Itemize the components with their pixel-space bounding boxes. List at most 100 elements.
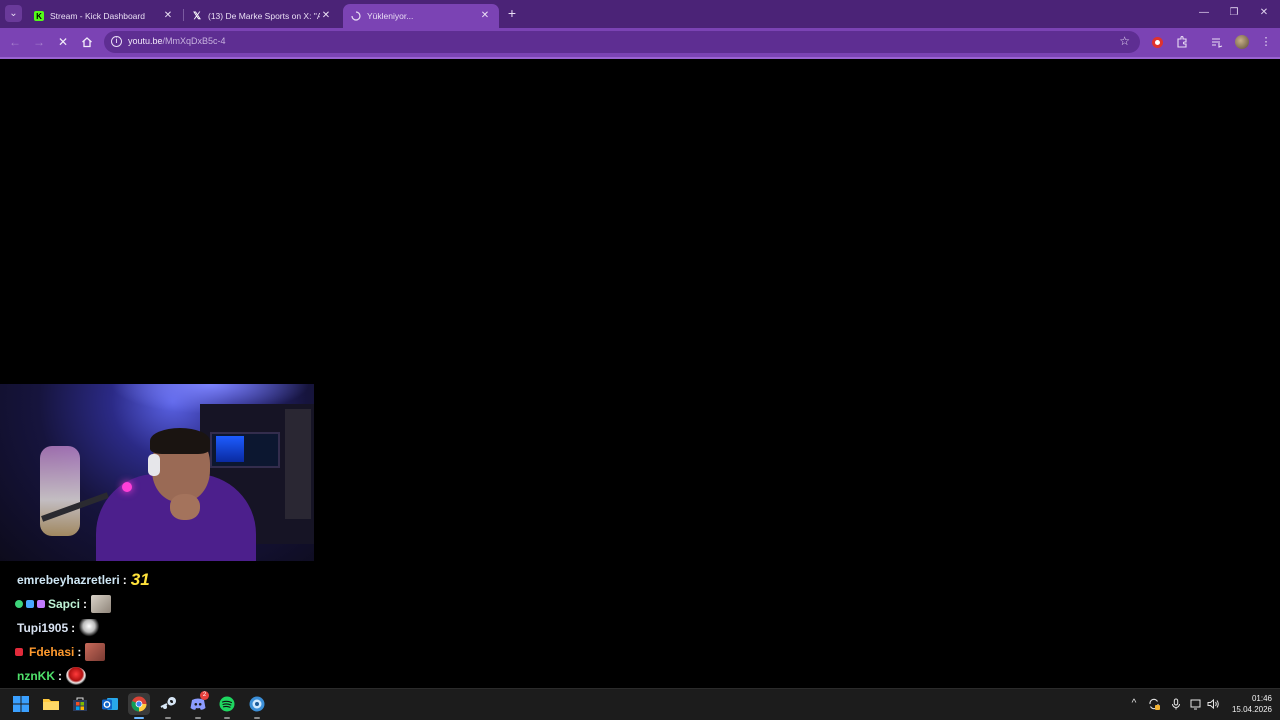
address-bar[interactable]: i youtu.be/MmXqDxB5c-4 ☆ [104,31,1140,53]
chat-message: Sapci : [15,593,112,615]
chat-username: Sapci [48,597,81,611]
tab-kick-dashboard[interactable]: K Stream - Kick Dashboard ✕ [26,4,182,28]
clock-date: 15.04.2026 [1231,705,1272,714]
chat-message: Fdehasi : [15,641,106,663]
loading-spinner-icon [351,11,361,21]
site-info-icon[interactable]: i [111,36,122,47]
verified-badge-icon [15,600,23,608]
show-hidden-icons-button[interactable]: ^ [1127,697,1141,711]
sync-icon [1149,698,1160,710]
chat-message: Tupi1905 : [17,617,100,639]
sub-badge-icon [37,600,45,608]
microphone-tray-icon[interactable] [1169,697,1183,711]
tab-title: Yükleniyor... [367,11,414,21]
emote-icon [85,643,106,661]
chat-colon: : [58,669,62,683]
network-icon [1190,699,1201,710]
spotify-icon [219,696,235,712]
forward-button[interactable]: → [31,34,47,50]
extensions-button[interactable] [1174,34,1190,50]
home-icon [82,37,92,48]
close-window-button[interactable]: ✕ [1255,5,1273,21]
chat-username: nznKK [17,669,55,683]
close-icon: ✕ [57,35,69,49]
more-vertical-icon: ⋮ [1260,36,1272,48]
chevron-up-icon: ^ [1131,698,1137,709]
tab-de-marke-sports[interactable]: 𝕏 (13) De Marke Sports on X: "Ar ✕ [184,4,340,28]
speaker-icon [1207,698,1219,710]
page-viewport [0,59,1280,688]
file-explorer-icon [43,699,59,710]
emote-icon [91,595,112,613]
url-domain: youtu.be [128,36,163,46]
network-tray-icon[interactable] [1189,697,1203,711]
profile-avatar[interactable] [1235,35,1249,49]
extension-red-icon[interactable] [1152,37,1163,48]
close-icon[interactable]: ✕ [479,10,491,22]
chat-username: Tupi1905 [17,621,69,635]
microphone-icon [1172,698,1180,710]
gift-badge-icon [26,600,34,608]
streamer-hand [170,494,200,520]
restore-icon: ❐ [1229,7,1239,18]
webcam-overlay [0,384,314,561]
outlook-icon [102,698,118,710]
file-explorer-button[interactable] [40,693,62,715]
close-icon: ✕ [1259,7,1269,18]
figurine [40,446,80,536]
emote-icon [79,619,100,637]
chrome-icon [131,696,147,712]
chevron-down-icon: ⌄ [9,8,18,19]
microsoft-store-button[interactable] [69,693,91,715]
bookmark-star-icon[interactable]: ☆ [1119,34,1130,48]
chat-message: nznKK : [17,665,86,687]
close-icon[interactable]: ✕ [162,10,174,22]
restore-button[interactable]: ❐ [1225,5,1243,21]
media-control-button[interactable] [1209,34,1225,50]
background-screen [216,436,244,462]
tab-title: (13) De Marke Sports on X: "Ar [208,11,320,21]
system-clock[interactable]: 01:46 15.04.2026 [1222,693,1272,715]
url-path: /MmXqDxB5c-4 [162,36,226,46]
microsoft-store-icon [73,697,87,711]
url-text[interactable]: youtu.be/MmXqDxB5c-4 [128,36,226,46]
playlist-icon [1212,38,1223,48]
home-button[interactable] [79,34,95,50]
chat-username: emrebeyhazretleri [17,573,120,587]
tab-loading[interactable]: Yükleniyor... ✕ [343,4,499,28]
kick-logo-icon: K [34,11,44,21]
steam-icon [160,697,176,709]
spotify-button[interactable] [216,693,238,719]
sync-tray-icon[interactable] [1147,697,1161,711]
custom-app-button[interactable] [246,693,268,719]
start-button[interactable] [10,693,32,715]
close-icon[interactable]: ✕ [320,10,332,22]
arrow-left-icon: ← [9,35,21,49]
menu-button[interactable]: ⋮ [1258,34,1274,50]
stop-loading-button[interactable]: ✕ [55,34,71,50]
steam-button[interactable] [157,693,179,719]
back-button[interactable]: ← [7,34,23,50]
chat-message-text: 31 [130,570,150,589]
minimize-icon: — [1199,7,1209,18]
pink-light [122,482,132,492]
custom-app-icon [249,696,265,712]
discord-button[interactable]: 2 [187,691,209,719]
sub-badge-icon [15,648,23,656]
tab-title: Stream - Kick Dashboard [50,11,145,21]
emote-icon [66,667,86,685]
arrow-right-icon: → [33,35,45,49]
chrome-button[interactable] [128,693,150,719]
minimize-button[interactable]: — [1195,5,1213,21]
volume-tray-icon[interactable] [1206,697,1220,711]
plus-icon: + [507,5,517,21]
tab-search-button[interactable]: ⌄ [5,5,22,22]
start-icon [13,696,29,712]
outlook-button[interactable] [99,693,121,715]
chat-username: Fdehasi [29,645,75,659]
puzzle-icon [1177,35,1187,48]
chat-colon: : [122,573,127,587]
chat-message: emrebeyhazretleri : 31 [17,569,150,591]
headset [148,454,160,476]
new-tab-button[interactable]: + [505,6,519,20]
